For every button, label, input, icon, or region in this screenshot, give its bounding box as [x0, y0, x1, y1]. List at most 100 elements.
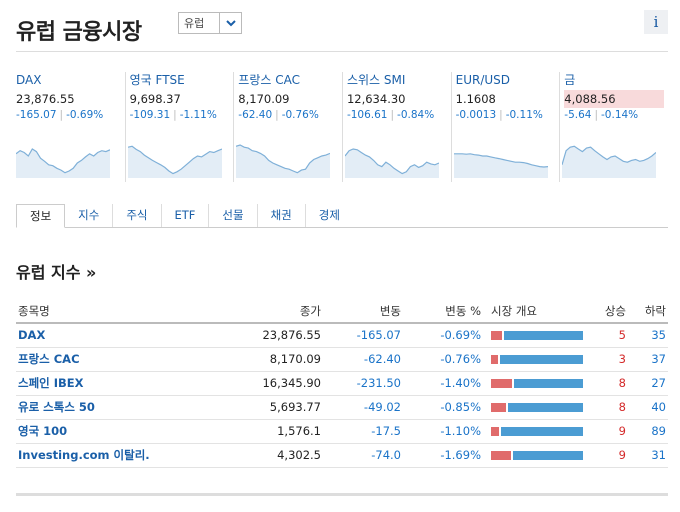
breadth-up-segment	[491, 426, 500, 436]
tile-sparkline	[344, 148, 439, 178]
index-change: -74.0	[323, 443, 403, 468]
market-tile[interactable]: EUR/USD 1.1608 -0.0013 | -0.11%	[450, 72, 560, 182]
tile-name[interactable]: EUR/USD	[456, 72, 556, 88]
tab-bar: 정보 지수 주식 ETF 선물 채권 경제	[16, 204, 668, 228]
region-select[interactable]: 유럽	[178, 12, 242, 34]
market-tile[interactable]: 영국 FTSE 9,698.37 -109.31 | -1.11%	[124, 72, 234, 182]
tab-item[interactable]: 선물	[209, 204, 258, 227]
index-change: -165.07	[323, 323, 403, 348]
breadth-down-segment	[501, 426, 583, 436]
index-name[interactable]: DAX	[16, 323, 176, 348]
tile-change-separator: |	[173, 109, 177, 121]
tab-item[interactable]: ETF	[162, 204, 210, 227]
breadth-down-segment	[499, 354, 583, 364]
table-row: DAX 23,876.55 -165.07 -0.69% 5 35	[16, 323, 668, 348]
tile-change-value: -62.40	[238, 109, 273, 121]
tile-change-value: -106.61	[346, 109, 388, 121]
tile-price: 4,088.56	[564, 90, 664, 108]
table-row: 유로 스톡스 50 5,693.77 -49.02 -0.85% 8 40	[16, 395, 668, 420]
market-tile[interactable]: 스위스 SMI 12,634.30 -106.61 | -0.84%	[341, 72, 451, 182]
table-row: 스페인 IBEX 16,345.90 -231.50 -1.40% 8 27	[16, 371, 668, 396]
chevron-down-icon[interactable]	[219, 13, 241, 33]
market-tiles: DAX 23,876.55 -165.07 | -0.69% 영국 FTSE 9,6…	[16, 72, 668, 182]
table-header-row: 종목명 종가 변동 변동 % 시장 개요 상승 하락	[16, 299, 668, 324]
tile-name[interactable]: 프랑스 CAC	[238, 72, 338, 88]
breadth-down-segment	[513, 450, 583, 460]
breadth-up-segment	[491, 354, 498, 364]
tile-change-value: -5.64	[564, 109, 592, 121]
tile-change-pct: -1.11%	[179, 109, 217, 121]
index-last: 1,576.1	[176, 419, 323, 444]
tile-name[interactable]: DAX	[16, 72, 121, 88]
tile-price: 1.1608	[455, 92, 496, 106]
breadth-up-segment	[491, 330, 503, 340]
index-change: -17.5	[323, 419, 403, 444]
info-icon[interactable]: i	[644, 10, 668, 34]
table-row: 프랑스 CAC 8,170.09 -62.40 -0.76% 3 37	[16, 347, 668, 372]
market-breadth-bar	[491, 330, 583, 340]
advancers-count: 8	[588, 371, 628, 396]
tile-price: 8,170.09	[238, 92, 290, 106]
tile-name[interactable]: 스위스 SMI	[347, 72, 447, 88]
header-down: 하락	[628, 299, 668, 324]
breadth-up-segment	[491, 450, 512, 460]
index-last: 4,302.5	[176, 443, 323, 468]
tile-change-separator: |	[59, 109, 64, 121]
decliners-count: 27	[628, 371, 668, 396]
market-tile[interactable]: 프랑스 CAC 8,170.09 -62.40 | -0.76%	[233, 72, 342, 182]
breadth-down-segment	[508, 402, 583, 412]
market-overview-cell	[483, 323, 588, 348]
tile-sparkline	[453, 153, 548, 178]
tile-sparkline	[127, 145, 222, 178]
index-change-pct: -1.69%	[403, 443, 483, 468]
index-name[interactable]: Investing.com 이탈리.	[16, 443, 176, 468]
advancers-count: 8	[588, 395, 628, 420]
advancers-count: 9	[588, 443, 628, 468]
tab-item[interactable]: 주식	[113, 204, 162, 227]
index-change-pct: -0.69%	[403, 323, 483, 348]
breadth-down-segment	[504, 330, 583, 340]
tile-change-pct: -0.69%	[66, 109, 104, 121]
decliners-count: 89	[628, 419, 668, 444]
tab-item[interactable]: 정보	[16, 204, 66, 228]
tile-change-separator: |	[499, 109, 503, 121]
index-name[interactable]: 영국 100	[16, 419, 176, 444]
index-change-pct: -1.10%	[403, 419, 483, 444]
header: 유럽 금융시장 유럽 i	[16, 8, 668, 52]
tab-item[interactable]: 채권	[258, 204, 306, 227]
tile-change: -62.40 | -0.76%	[238, 108, 338, 122]
tab-item[interactable]: 지수	[65, 204, 114, 227]
tile-change-pct: -0.76%	[281, 109, 319, 121]
index-last: 16,345.90	[176, 371, 323, 396]
advancers-count: 3	[588, 347, 628, 372]
decliners-count: 37	[628, 347, 668, 372]
header-name: 종목명	[16, 299, 176, 324]
index-name[interactable]: 프랑스 CAC	[16, 347, 176, 372]
index-change-pct: -0.85%	[403, 395, 483, 420]
tab-item[interactable]: 경제	[306, 204, 353, 227]
advancers-count: 9	[588, 419, 628, 444]
header-change-pct: 변동 %	[403, 299, 483, 324]
index-name[interactable]: 유로 스톡스 50	[16, 395, 176, 420]
index-name[interactable]: 스페인 IBEX	[16, 371, 176, 396]
breadth-down-segment	[513, 378, 583, 388]
market-overview-cell	[483, 443, 588, 468]
region-select-value: 유럽	[184, 17, 205, 30]
index-last: 5,693.77	[176, 395, 323, 420]
index-change: -62.40	[323, 347, 403, 372]
market-overview-cell	[483, 347, 588, 372]
decliners-count: 35	[628, 323, 668, 348]
tile-price: 23,876.55	[16, 92, 75, 106]
market-tile[interactable]: 금 4,088.56 -5.64 | -0.14%	[559, 72, 668, 182]
tile-name[interactable]: 영국 FTSE	[130, 72, 230, 88]
advancers-count: 5	[588, 323, 628, 348]
market-breadth-bar	[491, 426, 583, 436]
market-tile[interactable]: DAX 23,876.55 -165.07 | -0.69%	[16, 72, 125, 182]
section-title[interactable]: 유럽 지수 »	[16, 259, 96, 283]
tile-change: -106.61 | -0.84%	[347, 108, 447, 122]
tile-name[interactable]: 금	[564, 72, 664, 88]
tile-price: 12,634.30	[346, 92, 406, 106]
indices-table: 종목명 종가 변동 변동 % 시장 개요 상승 하락 DAX 23,876.55…	[16, 299, 668, 468]
tile-change-value: -165.07	[16, 109, 57, 121]
index-change-pct: -0.76%	[403, 347, 483, 372]
